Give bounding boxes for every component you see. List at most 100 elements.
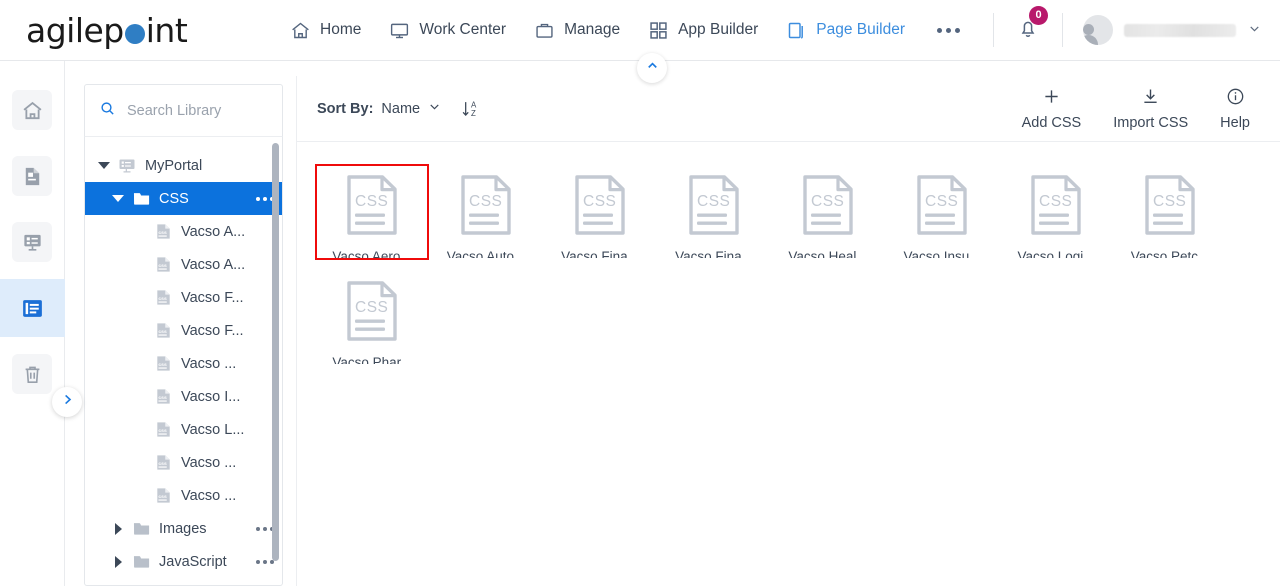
library-tree: MyPortal CSS css Vacso A... css Vacso A... css… — [85, 137, 282, 578]
css-file-icon: css — [151, 288, 175, 307]
svg-text:css: css — [158, 263, 167, 269]
css-file-icon: css — [151, 255, 175, 274]
tree-item-vacso-f[interactable]: css Vacso F... — [85, 314, 282, 347]
nav-label: Home — [320, 21, 362, 38]
css-file-icon: css — [151, 321, 175, 340]
css-file-icon: css — [151, 354, 175, 373]
home-icon — [12, 90, 52, 130]
css-file-card[interactable]: CSS Vacso Phar... — [315, 270, 429, 366]
nav-label: Page Builder — [816, 21, 905, 38]
css-file-card[interactable]: CSS Vacso Petc... — [1113, 164, 1227, 260]
tree-item-menu-button[interactable] — [248, 196, 274, 201]
tree-item-javascript[interactable]: JavaScript — [85, 545, 282, 578]
rail-item-library[interactable] — [0, 279, 65, 337]
tree-item-vacso[interactable]: css Vacso ... — [85, 446, 282, 479]
css-file-icon: CSS — [1029, 175, 1083, 240]
expand-panel-button[interactable] — [52, 387, 82, 417]
tree-item-menu-button[interactable] — [248, 526, 274, 531]
css-file-card[interactable]: CSS Vacso Auto... — [429, 164, 543, 260]
sort-a-z-icon[interactable]: A Z — [460, 98, 482, 120]
css-file-card[interactable]: CSS Vacso Fina... — [657, 164, 771, 260]
dot — [946, 27, 951, 33]
agilepoint-logo[interactable]: agilep int — [0, 11, 290, 50]
pages-icon — [786, 20, 807, 41]
tree-item-vacso-a[interactable]: css Vacso A... — [85, 215, 282, 248]
info-circle-icon — [1225, 86, 1246, 111]
dot — [263, 526, 267, 531]
search-input[interactable] — [125, 101, 265, 120]
css-file-label: Vacso Petc... — [1130, 249, 1210, 258]
left-rail — [0, 61, 82, 586]
tree-item-label: Vacso A... — [181, 256, 246, 273]
css-file-card[interactable]: CSS Vacso Heal... — [771, 164, 885, 260]
css-file-icon: CSS — [915, 175, 969, 240]
library-icon — [12, 288, 52, 328]
caret-down-icon[interactable] — [93, 162, 115, 169]
tree-item-vacso-f[interactable]: css Vacso F... — [85, 281, 282, 314]
dot — [256, 559, 260, 564]
avatar-head — [1083, 24, 1094, 35]
caret-down-icon[interactable] — [107, 195, 129, 202]
dot — [256, 196, 260, 201]
user-name-redacted — [1124, 23, 1236, 37]
css-file-card[interactable]: CSS Vacso Logi... — [999, 164, 1113, 260]
svg-text:css: css — [158, 296, 167, 302]
page-builder-library-screen: agilep int Home Work Center Manage App B… — [0, 0, 1280, 586]
css-file-icon: CSS — [1143, 175, 1197, 240]
caret-right-icon[interactable] — [107, 555, 129, 568]
tree-scrollbar[interactable] — [272, 143, 279, 561]
css-file-icon: css — [151, 222, 175, 241]
rail-item-pages[interactable] — [0, 147, 65, 205]
collapse-header-button[interactable] — [637, 53, 667, 83]
svg-text:css: css — [158, 329, 167, 335]
notifications-button[interactable]: 0 — [994, 5, 1062, 45]
tree-item-label: Vacso ... — [181, 487, 237, 504]
help-button[interactable]: Help — [1204, 86, 1266, 131]
nav-item-app-builder[interactable]: App Builder — [648, 20, 758, 41]
top-header: agilep int Home Work Center Manage App B… — [0, 0, 1280, 61]
user-menu[interactable] — [1063, 15, 1280, 45]
tree-item-vacso[interactable]: css Vacso ... — [85, 479, 282, 512]
svg-text:CSS: CSS — [583, 193, 616, 210]
tree-item-vacso[interactable]: css Vacso ... — [85, 347, 282, 380]
nav-more-button[interactable] — [933, 27, 964, 33]
folder-icon — [129, 519, 153, 538]
css-file-label: Vacso Heal... — [788, 249, 868, 258]
tree-item-css[interactable]: CSS — [85, 182, 282, 215]
caret-right-icon[interactable] — [107, 522, 129, 535]
chevron-right-icon — [60, 392, 75, 412]
rail-item-forms[interactable] — [0, 213, 65, 271]
nav-item-manage[interactable]: Manage — [534, 20, 620, 41]
css-file-card[interactable]: CSS Vacso Aero... — [315, 164, 429, 260]
css-file-card[interactable]: CSS Vacso Insu... — [885, 164, 999, 260]
logo-text-part2: int — [145, 10, 188, 50]
sort-by-dropdown[interactable]: Name — [381, 99, 442, 118]
avatar — [1083, 15, 1113, 45]
nav-item-home[interactable]: Home — [290, 20, 361, 41]
tree-item-vacso-l[interactable]: css Vacso L... — [85, 413, 282, 446]
tree-item-label: Vacso L... — [181, 421, 245, 438]
tree-item-menu-button[interactable] — [248, 559, 274, 564]
tree-item-myportal[interactable]: MyPortal — [85, 149, 282, 182]
import-css-button[interactable]: Import CSS — [1097, 86, 1204, 131]
add-css-button[interactable]: Add CSS — [1006, 86, 1098, 131]
nav-item-page-builder[interactable]: Page Builder — [786, 20, 905, 41]
tree-item-label: Vacso A... — [181, 223, 246, 240]
nav-item-work-center[interactable]: Work Center — [389, 20, 506, 41]
tree-item-label: MyPortal — [145, 157, 203, 174]
css-file-card[interactable]: CSS Vacso Fina... — [543, 164, 657, 260]
rail-item-home[interactable] — [0, 81, 65, 139]
tree-item-label: CSS — [159, 190, 189, 207]
svg-text:CSS: CSS — [925, 193, 958, 210]
svg-text:CSS: CSS — [355, 299, 388, 316]
tree-item-images[interactable]: Images — [85, 512, 282, 545]
svg-text:CSS: CSS — [1153, 193, 1186, 210]
tree-item-vacso-a[interactable]: css Vacso A... — [85, 248, 282, 281]
tree-item-vacso-i[interactable]: css Vacso I... — [85, 380, 282, 413]
files-grid-area: CSS Vacso Aero... CSS Vacso Auto... CSS Vacso… — [297, 142, 1280, 586]
search-library-box[interactable] — [84, 84, 283, 136]
library-tree-panel: MyPortalCSScssVacso A...cssVacso A...css… — [84, 84, 283, 586]
briefcase-icon — [534, 20, 555, 41]
nav-label: Manage — [564, 21, 621, 38]
tree-item-label: Vacso ... — [181, 355, 237, 372]
